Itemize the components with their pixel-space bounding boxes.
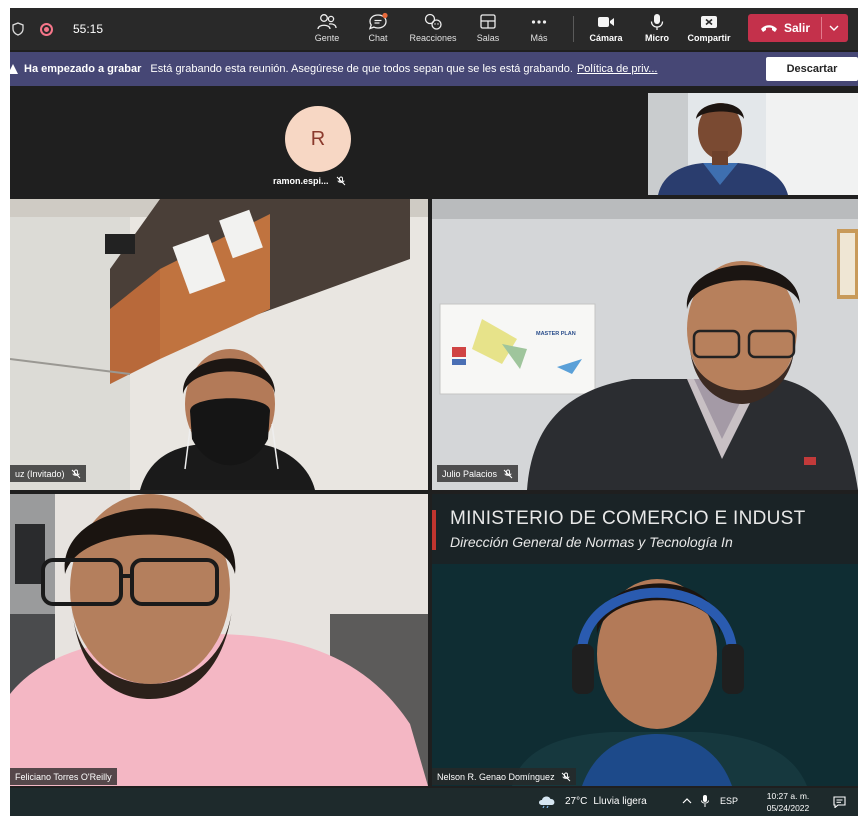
- warning-icon: [10, 64, 18, 74]
- rooms-icon: [480, 14, 496, 29]
- banner-title: Ha empezado a grabar: [24, 63, 142, 75]
- leave-label: Salir: [784, 21, 811, 35]
- reactions-label: Reacciones: [409, 33, 457, 43]
- participant-name-tag: Feliciano Torres O'Reilly: [10, 768, 117, 785]
- microphone-muted-icon: [561, 772, 570, 781]
- participant-name: Feliciano Torres O'Reilly: [15, 771, 112, 782]
- teams-meeting-window: 55:15 Gente Chat Reacciones Salas Más Cá…: [10, 8, 858, 816]
- chevron-down-icon[interactable]: [828, 23, 840, 33]
- participant-name: Julio Palacios: [442, 468, 498, 479]
- microphone-muted-icon: [503, 469, 513, 478]
- participant-name-tag: ramon.espi...: [273, 176, 346, 186]
- reactions-button[interactable]: Reacciones: [406, 10, 460, 48]
- participant-name-tag: Nelson R. Genao Domínguez: [432, 768, 576, 785]
- more-label: Más: [530, 33, 548, 43]
- video-tile[interactable]: MASTER PLAN Julio Palacios: [432, 199, 858, 490]
- recording-indicator-icon: [40, 22, 53, 36]
- more-button[interactable]: Más: [512, 10, 566, 48]
- participant-name: ramon.espi...: [273, 176, 329, 186]
- leave-divider: [821, 17, 822, 39]
- weather-temperature: 27°C: [565, 795, 588, 807]
- people-icon: [317, 14, 337, 30]
- rooms-label: Salas: [476, 33, 500, 43]
- notification-icon[interactable]: [833, 796, 846, 808]
- chat-label: Chat: [368, 33, 388, 43]
- participant-video-image: [10, 199, 428, 490]
- system-clock[interactable]: 10:27 a. m. 05/24/2022: [760, 790, 816, 814]
- background-heading: MINISTERIO DE COMERCIO E INDUST: [450, 508, 806, 529]
- video-tile[interactable]: MINISTERIO DE COMERCIO E INDUST Direcció…: [432, 494, 858, 786]
- participant-name: uz (Invitado): [15, 468, 65, 479]
- microphone-muted-icon: [336, 176, 345, 186]
- self-video-image: [648, 93, 858, 195]
- background-subheading: Dirección General de Normas y Tecnología…: [450, 534, 733, 550]
- video-tile[interactable]: Feliciano Torres O'Reilly: [10, 494, 428, 786]
- self-view-video[interactable]: [648, 93, 858, 195]
- clock-date: 05/24/2022: [766, 803, 810, 813]
- chat-icon: [368, 12, 388, 30]
- people-label: Gente: [314, 33, 340, 43]
- weather-widget[interactable]: 27°C Lluvia ligera: [537, 794, 647, 808]
- share-icon: [701, 16, 717, 28]
- camera-button[interactable]: Cámara: [579, 10, 633, 48]
- participant-video-image: [10, 494, 428, 786]
- rain-cloud-icon: [539, 796, 555, 808]
- hang-up-icon: [761, 25, 777, 32]
- recording-banner: Ha empezado a grabar Está grabando esta …: [10, 52, 858, 86]
- microphone-muted-icon: [71, 469, 80, 478]
- banner-message: Está grabando esta reunión. Asegúrese de…: [150, 63, 573, 75]
- chevron-up-icon[interactable]: [682, 797, 692, 805]
- people-button[interactable]: Gente: [300, 10, 354, 48]
- participant-video-image: MASTER PLAN: [432, 199, 858, 490]
- microphone-icon: [650, 14, 664, 30]
- shield-icon[interactable]: [12, 22, 24, 36]
- participant-name-tag: Julio Palacios: [437, 465, 519, 482]
- clock-time: 10:27 a. m.: [766, 791, 810, 801]
- chat-button[interactable]: Chat: [351, 10, 405, 48]
- leave-button[interactable]: Salir: [748, 14, 848, 42]
- toolbar-left: 55:15: [10, 8, 103, 50]
- avatar: R: [285, 106, 351, 172]
- participant-name: Nelson R. Genao Domínguez: [437, 771, 555, 782]
- reactions-icon: [424, 13, 442, 30]
- toolbar-divider: [573, 16, 574, 42]
- microphone-label: Micro: [644, 33, 669, 43]
- video-tile[interactable]: uz (Invitado): [10, 199, 428, 490]
- poster-title: MASTER PLAN: [536, 331, 576, 337]
- audio-participant-tile[interactable]: R ramon.espi...: [10, 88, 646, 198]
- camera-label: Cámara: [589, 33, 623, 43]
- weather-condition: Lluvia ligera: [593, 795, 647, 807]
- participant-name-tag: uz (Invitado): [10, 465, 86, 482]
- dismiss-button[interactable]: Descartar: [766, 57, 858, 81]
- privacy-policy-link[interactable]: Política de priv...: [577, 63, 658, 75]
- microphone-button[interactable]: Micro: [630, 10, 684, 48]
- meeting-timer: 55:15: [73, 22, 104, 36]
- camera-icon: [598, 17, 614, 27]
- language-indicator[interactable]: ESP: [720, 796, 738, 806]
- rooms-button[interactable]: Salas: [461, 10, 515, 48]
- windows-taskbar: 27°C Lluvia ligera ESP 10:27 a. m. 05/24…: [10, 788, 858, 816]
- microphone-icon[interactable]: [700, 794, 710, 808]
- meeting-toolbar: 55:15 Gente Chat Reacciones Salas Más Cá…: [10, 8, 858, 50]
- share-label: Compartir: [687, 33, 731, 43]
- more-icon: [531, 20, 547, 24]
- system-tray: ESP: [682, 794, 738, 808]
- share-button[interactable]: Compartir: [682, 10, 736, 48]
